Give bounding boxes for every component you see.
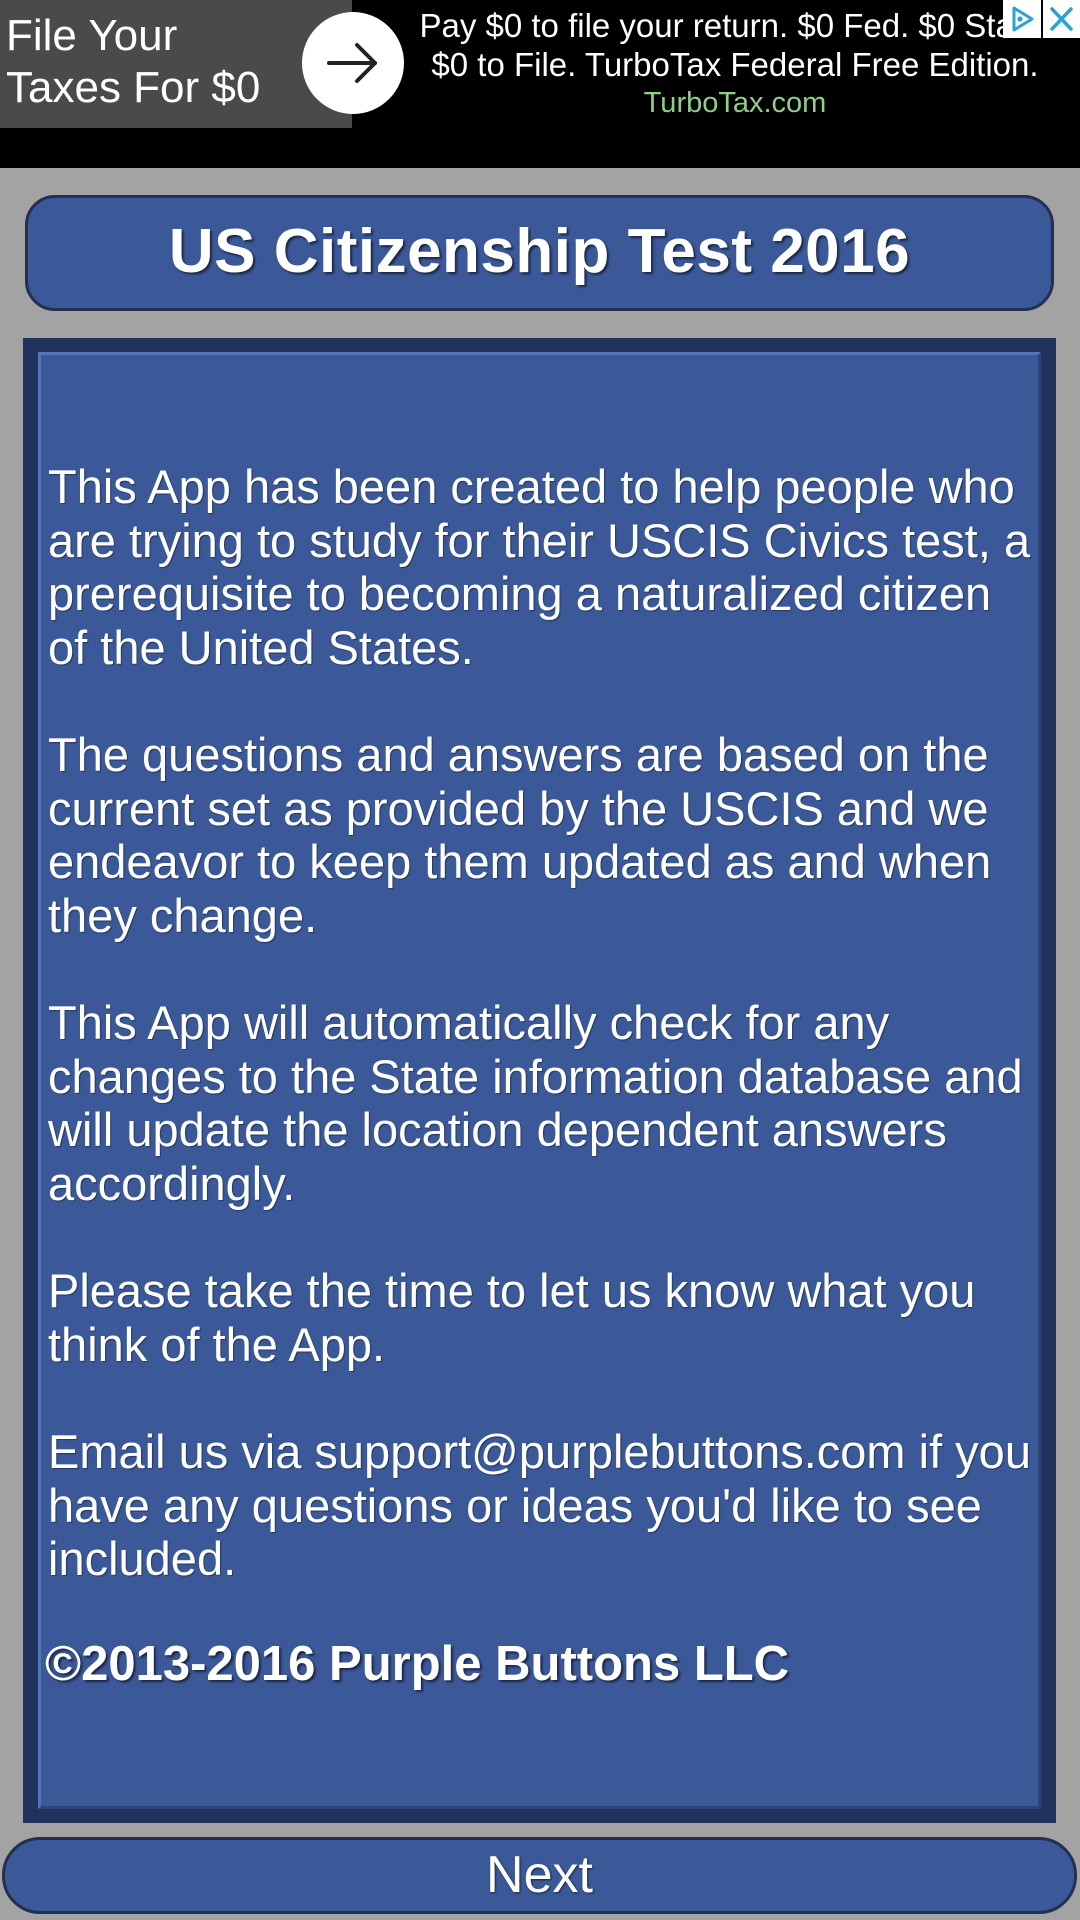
about-paragraph: This App has been created to help people… [48,460,1031,674]
ad-headline-line1: File Your [6,11,178,60]
ad-body-line1: Pay $0 to file your return. $0 Fed. $0 S… [419,7,1051,44]
next-button[interactable]: Next [2,1837,1077,1914]
ad-body-line2: $0 to File. TurboTax Federal Free Editio… [431,46,1039,83]
copyright-text: ©2013-2016 Purple Buttons LLC [45,1637,790,1691]
about-paragraph: This App will automatically check for an… [48,996,1023,1210]
about-text: This App has been created to help people… [48,460,1038,1640]
about-paragraph: Please take the time to let us know what… [48,1264,976,1371]
ad-body[interactable]: Pay $0 to file your return. $0 Fed. $0 S… [415,6,1055,123]
about-paragraph: The questions and answers are based on t… [48,728,992,942]
ad-headline[interactable]: File Your Taxes For $0 [0,0,352,128]
adchoices-icon[interactable] [1003,0,1041,38]
ad-headline-line2: Taxes For $0 [6,63,261,112]
arrow-right-icon [327,43,377,83]
ad-domain[interactable]: TurboTax.com [415,84,1055,123]
about-paragraph-email: Email us via support@purplebuttons.com i… [48,1425,1031,1585]
ad-banner[interactable]: File Your Taxes For $0 Pay $0 to file yo… [0,0,1080,168]
page-title: US Citizenship Test 2016 [25,195,1054,311]
ad-arrow-button[interactable] [302,12,404,114]
close-icon[interactable] [1043,0,1080,38]
